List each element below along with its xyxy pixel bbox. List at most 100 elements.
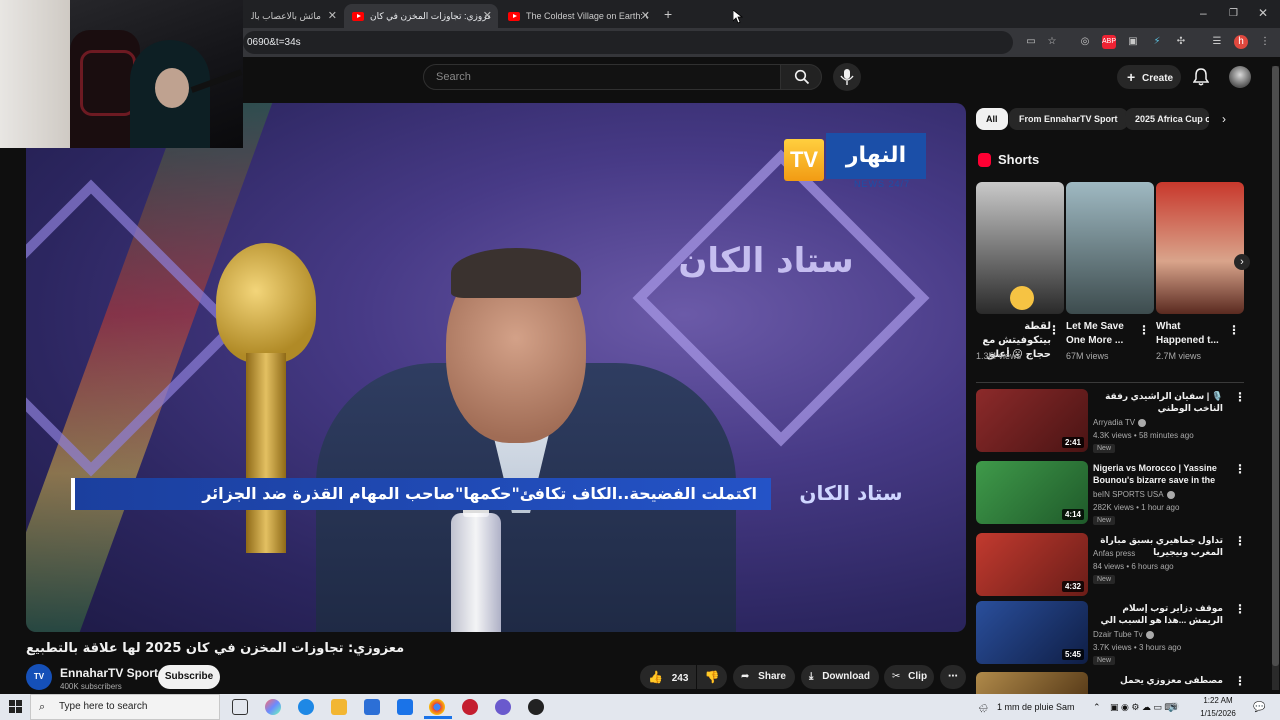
- cast-icon[interactable]: ▭: [1024, 35, 1038, 49]
- video-thumbnail[interactable]: 4:32: [976, 533, 1088, 596]
- minimize-button[interactable]: –: [1200, 6, 1207, 20]
- channel-name[interactable]: EnnaharTV Sport: [60, 666, 158, 680]
- more-options-icon[interactable]: ⋮: [1138, 323, 1150, 337]
- file-explorer-icon[interactable]: [331, 699, 347, 715]
- rec-channel[interactable]: Dzair Tube Tv: [1093, 630, 1154, 639]
- chrome-icon[interactable]: [429, 699, 445, 715]
- video-thumbnail[interactable]: 5:45: [976, 601, 1088, 664]
- short-title[interactable]: What Happened t...: [1156, 320, 1231, 348]
- address-bar[interactable]: 0690&t=34s: [243, 31, 1013, 54]
- extension-icon[interactable]: ▣: [1126, 35, 1140, 49]
- video-player[interactable]: ستاد الكان TV النهار NEWS 24/7 اكتملت ال…: [26, 103, 966, 632]
- more-options-icon[interactable]: ⋮: [1228, 323, 1240, 337]
- more-options-icon[interactable]: ⋮: [1234, 390, 1246, 404]
- rec-video-title[interactable]: Nigeria vs Morocco | Yassine Bounou's bi…: [1093, 462, 1223, 486]
- more-actions-button[interactable]: ⋯: [940, 665, 966, 689]
- rec-video-title[interactable]: مصطفى معزوزي يحمل إقصاء مصر أمام: [1093, 674, 1223, 686]
- browser-tab-active[interactable]: معزوزي: تجاوزات المخزن في كان ✕: [344, 4, 498, 28]
- edge-icon[interactable]: [298, 699, 314, 715]
- bookmark-star-icon[interactable]: ☆: [1045, 35, 1059, 49]
- create-button[interactable]: + Create: [1117, 65, 1181, 89]
- app-icon[interactable]: [528, 699, 544, 715]
- rec-video-title[interactable]: 🎙️ | سفيان الراشيدي رفقة الناخب الوطني #…: [1093, 390, 1223, 414]
- browser-tab[interactable]: مائش بالاعصاب بالضغ ✕: [243, 4, 343, 28]
- windows-start-icon[interactable]: [9, 700, 23, 714]
- download-button[interactable]: ⤓ Download: [801, 665, 879, 689]
- browser-tab[interactable]: The Coldest Village on Earth: O ✕: [500, 4, 656, 28]
- taskbar-search-input[interactable]: ⌕ Type here to search: [30, 694, 220, 720]
- notifications-button[interactable]: [1192, 68, 1210, 91]
- browser-menu-icon[interactable]: ⋮: [1258, 35, 1272, 49]
- extension-abp-icon[interactable]: ABP: [1102, 35, 1116, 49]
- rec-channel[interactable]: beIN SPORTS USA: [1093, 490, 1175, 499]
- avatar[interactable]: [1229, 66, 1251, 88]
- short-title[interactable]: Let Me Save One More ...: [1066, 320, 1141, 348]
- app-icon[interactable]: [495, 699, 511, 715]
- logo-tv-text: TV: [784, 139, 824, 181]
- short-views: 67M views: [1066, 351, 1109, 361]
- reading-list-icon[interactable]: ☰: [1210, 35, 1224, 49]
- download-icon: ⤓: [809, 671, 814, 682]
- notification-center-icon[interactable]: 💬: [1253, 701, 1265, 714]
- search-button[interactable]: [780, 64, 822, 90]
- more-options-icon[interactable]: ⋮: [1234, 674, 1246, 688]
- new-badge: New: [1093, 444, 1116, 453]
- more-options-icon[interactable]: ⋮: [1048, 323, 1060, 337]
- more-options-icon[interactable]: ⋮: [1234, 534, 1246, 548]
- rec-channel[interactable]: Anfas press: [1093, 549, 1135, 558]
- video-thumbnail[interactable]: 2:41: [976, 389, 1088, 452]
- dislike-button[interactable]: 👎: [697, 665, 727, 689]
- channel-avatar[interactable]: TV: [26, 664, 52, 690]
- chevron-right-icon[interactable]: ›: [1222, 112, 1226, 126]
- scrollbar-thumb[interactable]: [1272, 66, 1279, 666]
- youtube-favicon-icon: [352, 11, 364, 21]
- profile-avatar-icon[interactable]: h: [1234, 35, 1248, 49]
- task-view-icon[interactable]: [232, 699, 248, 715]
- like-button[interactable]: 👍 243: [640, 665, 696, 689]
- rec-video-title[interactable]: موقف دزاير توب إسلام الريمش ...هذا هو ال…: [1093, 602, 1223, 626]
- tab-close-icon[interactable]: ✕: [328, 9, 337, 22]
- new-tab-button[interactable]: +: [664, 6, 672, 22]
- volume-icon[interactable]: 🔊: [1168, 701, 1179, 714]
- short-views: 2.7M views: [1156, 351, 1202, 361]
- subscribe-button[interactable]: Subscribe: [158, 665, 220, 689]
- search-input[interactable]: Search: [423, 64, 781, 90]
- chip-africa-cup[interactable]: 2025 Africa Cup o: [1125, 108, 1209, 130]
- shorts-next-button[interactable]: ›: [1234, 254, 1250, 270]
- store-icon[interactable]: [364, 699, 380, 715]
- puzzle-extensions-icon[interactable]: ✣: [1174, 35, 1188, 49]
- chip-from-channel[interactable]: From EnnaharTV Sport: [1009, 108, 1128, 130]
- weather-text[interactable]: 1 mm de pluie Sam: [997, 701, 1075, 714]
- verified-icon: [1138, 418, 1147, 427]
- duration-badge: 4:32: [1061, 581, 1084, 592]
- rec-channel[interactable]: Arryadia TV: [1093, 418, 1147, 427]
- copilot-icon[interactable]: [265, 699, 281, 715]
- share-button[interactable]: ➦ Share: [733, 665, 795, 689]
- bell-icon: [1192, 68, 1210, 86]
- chip-all[interactable]: All: [976, 108, 1008, 130]
- clock[interactable]: 1:22 AM 1/15/2026: [1190, 694, 1246, 720]
- short-thumbnail[interactable]: [1066, 182, 1154, 314]
- lower-brand-text: ستاد الكان: [799, 481, 903, 505]
- extension-icon[interactable]: ⚡: [1150, 35, 1164, 49]
- extension-icon[interactable]: ◎: [1078, 35, 1092, 49]
- tab-close-icon[interactable]: ✕: [483, 9, 492, 22]
- close-window-button[interactable]: ✕: [1258, 6, 1268, 20]
- channel-logo-overlay: TV النهار NEWS 24/7: [784, 133, 926, 189]
- short-thumbnail[interactable]: [976, 182, 1064, 314]
- video-thumbnail[interactable]: 4:14: [976, 461, 1088, 524]
- plus-icon: +: [1127, 69, 1136, 85]
- more-options-icon[interactable]: ⋮: [1234, 462, 1246, 476]
- weather-icon[interactable]: 🌧: [978, 702, 988, 715]
- restore-button[interactable]: ❐: [1229, 8, 1238, 19]
- more-options-icon[interactable]: ⋮: [1234, 602, 1246, 616]
- video-thumbnail[interactable]: [976, 672, 1088, 694]
- app-icon[interactable]: [462, 699, 478, 715]
- tab-close-icon[interactable]: ✕: [641, 9, 650, 22]
- tray-chevron-icon[interactable]: ⌃: [1093, 701, 1101, 714]
- new-badge: New: [1093, 575, 1116, 584]
- voice-search-button[interactable]: [833, 63, 861, 91]
- short-thumbnail[interactable]: [1156, 182, 1244, 314]
- app-icon[interactable]: [397, 699, 413, 715]
- clip-button[interactable]: ✂ Clip: [884, 665, 934, 689]
